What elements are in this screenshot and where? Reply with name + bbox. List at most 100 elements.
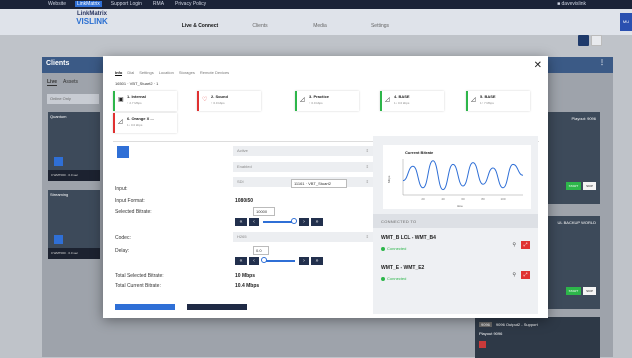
input-card[interactable]: ♡ 2. Sound ↑ 0.0 kbps (197, 91, 261, 111)
fast-forward-button[interactable]: » (311, 218, 323, 226)
top-links: Website LinkMatrix Support Login RMA Pri… (46, 1, 208, 7)
input-bitrate: ↑ 0.0 kbps (211, 101, 225, 105)
tab-storages[interactable]: Storages (179, 70, 195, 76)
heart-icon: ♡ (202, 97, 208, 103)
link-website[interactable]: Website (46, 1, 68, 7)
view-toggle (578, 35, 602, 46)
tab-clients[interactable]: Clients (230, 23, 290, 29)
status-dot-icon (381, 276, 385, 281)
close-icon[interactable]: ✕ (534, 61, 542, 71)
client-tile[interactable]: Quantum 0 WMT000 · 0.0 sec (48, 112, 100, 181)
delay-label: Delay: (115, 248, 130, 254)
increase-button[interactable]: › (299, 257, 309, 265)
play-icon[interactable] (54, 235, 63, 244)
codec-label: Codec: (115, 235, 131, 241)
slider-knob[interactable] (261, 257, 267, 263)
bitrate-slider: « ‹ › » (235, 218, 323, 226)
tab-live[interactable]: Live (47, 79, 58, 86)
decrease-button[interactable]: ‹ (249, 257, 259, 265)
tab-settings[interactable]: Settings (139, 70, 153, 76)
link-support-login[interactable]: Support Login (109, 1, 144, 7)
connection-item[interactable]: WMT_E - WMT_E2 Connected ⚲ ⤢ (373, 262, 538, 286)
disconnect-button[interactable]: ⤢ (521, 271, 530, 279)
alert-icon (479, 341, 486, 348)
antenna-icon[interactable]: ⚲ (512, 272, 516, 278)
input-icon: ▣ (118, 97, 124, 103)
chevron-icon: ⇕ (365, 234, 369, 239)
client-tile[interactable]: Streaming 0 WMT000 · 0.0 sec (48, 190, 100, 259)
input-name: 1. Internal (127, 94, 146, 99)
panel-menu-icon[interactable]: ⋮ (599, 59, 605, 66)
input-format-value: 1080i50 (235, 198, 254, 204)
chart-ylabel: Mbps (387, 175, 391, 183)
delay-input[interactable]: 0.0 (253, 246, 269, 255)
connection-item[interactable]: WMT_B LCL - WMT_B4 Connected ⚲ ⤢ (373, 232, 538, 256)
play-icon[interactable] (54, 157, 63, 166)
secondary-action-button[interactable] (187, 304, 247, 310)
grid-view-button[interactable] (578, 35, 589, 46)
slider-knob[interactable] (291, 218, 297, 224)
input-thumbnail[interactable] (117, 146, 129, 158)
tab-settings[interactable]: Settings (350, 23, 410, 29)
tab-media[interactable]: Media (290, 23, 350, 29)
tile-actions: START SKIP (565, 182, 596, 190)
status-select[interactable]: Active ⇕ (233, 146, 373, 156)
client-tile[interactable]: 9096 9096 Output2 - Support Playout 9096 (475, 317, 600, 358)
input-name: 4. BASE (394, 94, 410, 99)
codec-select[interactable]: H265 ⇕ (233, 232, 373, 242)
fast-forward-button[interactable]: » (311, 257, 323, 265)
connected-to-header: CONNECTED TO (373, 214, 538, 228)
bitrate-input[interactable]: 10000 (253, 207, 275, 216)
input-card[interactable]: ◿ 6. Orange X ... 1↓ 0.0 kbps (113, 113, 177, 133)
start-button[interactable]: START (565, 182, 582, 190)
tab-live-connect[interactable]: Live & Connect (170, 23, 230, 29)
delay-track[interactable] (261, 257, 295, 263)
input-bitrate: 1↑ 7 Mbps (480, 101, 494, 105)
bitrate-track[interactable] (263, 218, 297, 224)
tile-meta: 0 WMT000 · 0.0 sec (48, 248, 100, 259)
bitrate-series-line (402, 160, 524, 191)
x-tick-label: 100 (500, 197, 505, 201)
start-button[interactable]: START (565, 287, 582, 295)
total-selected-label: Total Selected Bitrate: (115, 273, 164, 279)
tab-dial[interactable]: Dial (127, 70, 134, 76)
disconnect-button[interactable]: ⤢ (521, 241, 530, 249)
input-name: 5. BASE (480, 94, 496, 99)
tab-info[interactable]: Info (115, 70, 123, 76)
increase-button[interactable]: › (299, 218, 309, 226)
tab-assets[interactable]: Assets (63, 79, 78, 86)
tile-caption: Streaming (50, 192, 69, 197)
x-tick-label: 60 (461, 197, 465, 201)
chart-xlabel: time (457, 204, 463, 208)
link-linkmatrix[interactable]: LinkMatrix (74, 1, 102, 7)
user-name: davevislink (561, 1, 586, 7)
user-menu[interactable]: ■ davevislink (557, 1, 586, 7)
decrease-button[interactable]: ‹ (249, 218, 259, 226)
antenna-icon[interactable]: ⚲ (512, 242, 516, 248)
fast-rewind-button[interactable]: « (235, 257, 247, 265)
link-privacy-policy[interactable]: Privacy Policy (173, 1, 208, 7)
primary-action-button[interactable] (115, 304, 175, 310)
tab-remote-devices[interactable]: Remote Devices (200, 70, 229, 76)
list-view-button[interactable] (591, 35, 602, 46)
input-card[interactable]: ◿ 5. BASE 1↑ 7 Mbps (466, 91, 530, 111)
tile-caption: UL BACKUP WORLD (557, 220, 596, 225)
input-card[interactable]: ◿ 4. BASE 1↓ 0.0 kbps (380, 91, 444, 111)
logo: LinkMatrix VISLINK (73, 11, 111, 29)
input-card[interactable]: ◿ 3. Practice ↑ 0.0 kbps (295, 91, 359, 111)
online-filter[interactable]: Online Only (47, 94, 99, 104)
input-card[interactable]: ▣ 1. Internal ↑ 2.7 Mbps (113, 91, 177, 111)
side-tab[interactable]: MU (620, 13, 632, 31)
x-tick-label: 20 (421, 197, 425, 201)
status-dot-icon (381, 246, 385, 251)
input-source-field[interactable]: 11161 · VBT_Stuart2 (291, 179, 347, 188)
clients-tabs: Live Assets (47, 79, 78, 86)
mode-select[interactable]: Enabled ⇕ (233, 162, 373, 172)
skip-button[interactable]: SKIP (583, 182, 596, 190)
bitrate-chart: Current Bitrate Mbps time 20 40 60 80 100 (383, 145, 531, 209)
link-rma[interactable]: RMA (151, 1, 166, 7)
fast-rewind-button[interactable]: « (235, 218, 247, 226)
tab-location[interactable]: Location (159, 70, 174, 76)
skip-button[interactable]: SKIP (583, 287, 596, 295)
input-format-label: Input Format: (115, 198, 145, 204)
